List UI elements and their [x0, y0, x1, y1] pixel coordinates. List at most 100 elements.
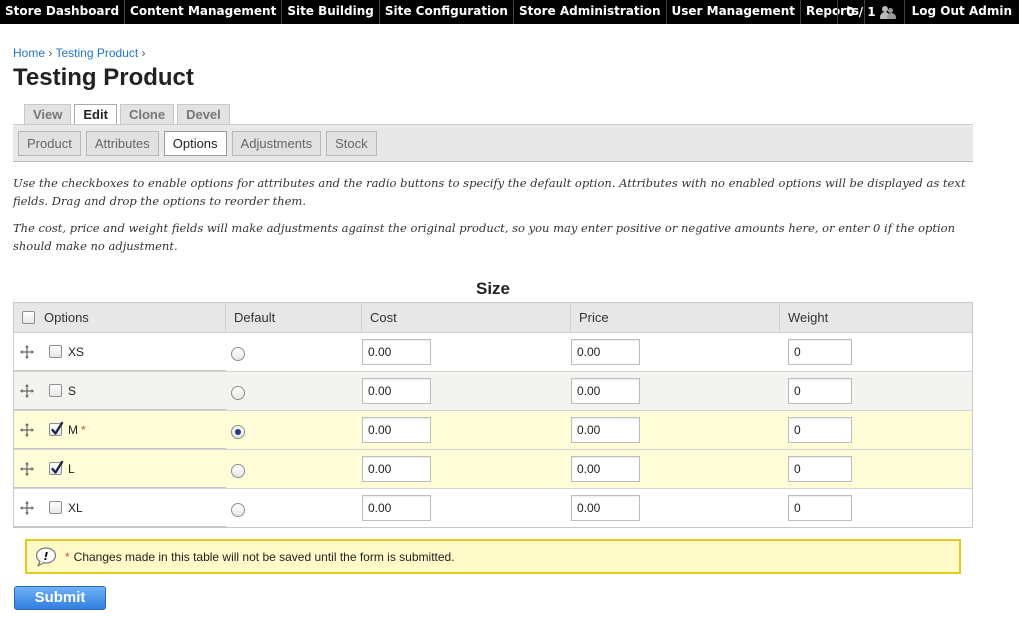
option-label: L	[68, 461, 75, 476]
menu-site-building[interactable]: Site Building	[282, 0, 380, 24]
breadcrumb-separator: ›	[141, 46, 146, 60]
header-default: Default	[226, 303, 362, 332]
drag-handle-icon[interactable]	[20, 500, 34, 515]
price-cell: 0.00	[571, 372, 780, 410]
subtab-options[interactable]: Options	[163, 131, 227, 156]
default-radio[interactable]	[231, 386, 245, 400]
price-input[interactable]: 0.00	[571, 378, 640, 404]
price-cell: 0.00	[571, 489, 780, 527]
option-label: M	[68, 422, 78, 437]
default-cell	[226, 333, 362, 371]
drag-handle-icon[interactable]	[20, 461, 34, 476]
price-input[interactable]: 0.00	[571, 339, 640, 365]
required-star: *	[81, 422, 86, 437]
price-cell: 0.00	[571, 333, 780, 371]
online-users[interactable]: 0 / 1	[837, 0, 903, 24]
cost-cell: 0.00	[362, 489, 571, 527]
table-row: S 0.00 0.00 0	[14, 371, 972, 410]
default-radio[interactable]	[231, 425, 245, 439]
option-label: S	[68, 383, 77, 398]
page-title: Testing Product	[13, 64, 194, 91]
weight-cell: 0	[780, 450, 972, 488]
header-price: Price	[571, 303, 780, 332]
option-enabled-checkbox[interactable]	[49, 345, 62, 358]
option-cell: XS	[14, 333, 226, 371]
submit-button[interactable]: Submit	[14, 586, 106, 610]
admin-toolbar: Store Dashboard Content Management Site …	[0, 0, 1019, 24]
default-radio[interactable]	[231, 503, 245, 517]
cost-cell: 0.00	[362, 333, 571, 371]
menu-content-management[interactable]: Content Management	[125, 0, 283, 24]
help-text-adjustments: The cost, price and weight fields will m…	[13, 221, 956, 253]
subtab-attributes[interactable]: Attributes	[85, 131, 159, 156]
weight-cell: 0	[780, 489, 972, 527]
menu-user-management[interactable]: User Management	[667, 0, 801, 24]
option-label: XL	[68, 500, 83, 515]
logout-link[interactable]: Log Out Admin	[903, 0, 1019, 24]
option-enabled-checkbox[interactable]	[49, 501, 62, 514]
drag-handle-icon[interactable]	[20, 383, 34, 398]
table-header-row: Options Default Cost Price Weight	[14, 303, 972, 332]
weight-cell: 0	[780, 372, 972, 410]
subtab-adjustments[interactable]: Adjustments	[231, 131, 322, 156]
weight-input[interactable]: 0	[788, 495, 852, 521]
primary-tabs: View Edit Clone Devel	[24, 104, 230, 124]
table-body: XS 0.00 0.00 0 S 0.00 0.00 0 M * 0.00 0.00 0 L 0.00 0.0…	[14, 332, 972, 527]
default-radio[interactable]	[231, 464, 245, 478]
warning-icon: !	[35, 546, 57, 567]
weight-input[interactable]: 0	[788, 417, 852, 443]
breadcrumb-home[interactable]: Home	[13, 46, 45, 60]
menu-site-configuration[interactable]: Site Configuration	[380, 0, 514, 24]
tab-clone[interactable]: Clone	[119, 104, 175, 124]
drag-handle-icon[interactable]	[20, 344, 34, 359]
warning-star: *	[65, 549, 70, 564]
tab-devel[interactable]: Devel	[177, 104, 230, 124]
option-enabled-checkbox[interactable]	[49, 460, 64, 475]
default-cell	[226, 372, 362, 410]
menu-store-administration[interactable]: Store Administration	[514, 0, 667, 24]
online-users-count: 0 / 1	[846, 4, 876, 19]
subtab-product[interactable]: Product	[18, 131, 81, 156]
price-input[interactable]: 0.00	[571, 456, 640, 482]
option-enabled-checkbox[interactable]	[49, 384, 62, 397]
warning-text: Changes made in this table will not be s…	[73, 549, 455, 564]
users-icon	[879, 5, 896, 19]
weight-cell: 0	[780, 411, 972, 449]
weight-cell: 0	[780, 333, 972, 371]
tab-edit[interactable]: Edit	[74, 104, 117, 124]
weight-input[interactable]: 0	[788, 378, 852, 404]
option-cell: XL	[14, 489, 226, 527]
select-all-checkbox[interactable]	[22, 311, 35, 324]
weight-input[interactable]: 0	[788, 456, 852, 482]
option-cell: M *	[14, 411, 226, 449]
cost-input[interactable]: 0.00	[362, 417, 431, 443]
option-cell: L	[14, 450, 226, 488]
default-radio[interactable]	[231, 347, 245, 361]
breadcrumb-product[interactable]: Testing Product	[55, 46, 138, 60]
cost-cell: 0.00	[362, 450, 571, 488]
default-cell	[226, 411, 362, 449]
option-enabled-checkbox[interactable]	[49, 421, 64, 436]
breadcrumb-separator: ›	[48, 46, 53, 60]
header-options-label: Options	[44, 310, 89, 325]
drag-handle-icon[interactable]	[20, 422, 34, 437]
price-input[interactable]: 0.00	[571, 417, 640, 443]
cost-input[interactable]: 0.00	[362, 378, 431, 404]
header-weight: Weight	[788, 310, 829, 325]
price-input[interactable]: 0.00	[571, 495, 640, 521]
cost-input[interactable]: 0.00	[362, 456, 431, 482]
weight-input[interactable]: 0	[788, 339, 852, 365]
tab-view[interactable]: View	[24, 104, 72, 124]
menu-store-dashboard[interactable]: Store Dashboard	[0, 0, 126, 24]
subtab-stock[interactable]: Stock	[326, 131, 377, 156]
cost-cell: 0.00	[362, 372, 571, 410]
svg-text:!: !	[43, 550, 48, 563]
unsaved-changes-warning: ! * Changes made in this table will not …	[25, 539, 961, 574]
header-cost: Cost	[362, 303, 571, 332]
cost-input[interactable]: 0.00	[362, 339, 431, 365]
options-table: Options Default Cost Price Weight XS 0.00…	[13, 302, 973, 528]
table-row: XL 0.00 0.00 0	[14, 488, 972, 527]
table-row: XS 0.00 0.00 0	[14, 332, 972, 371]
header-options: Options	[14, 303, 226, 332]
cost-input[interactable]: 0.00	[362, 495, 431, 521]
